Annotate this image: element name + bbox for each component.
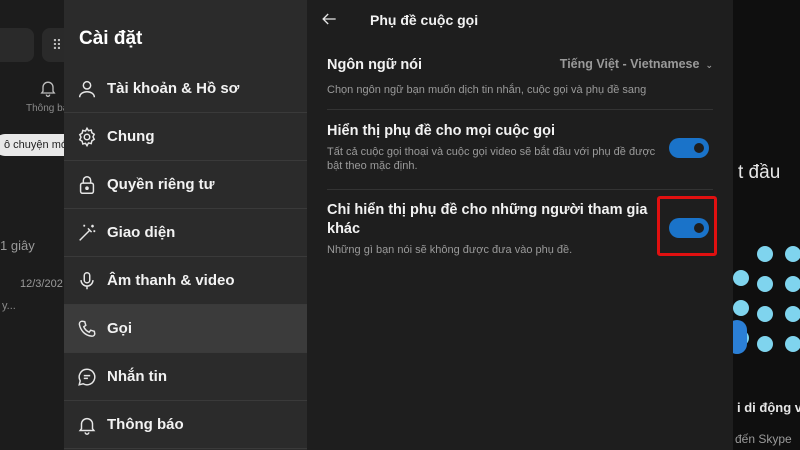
notifications-tab-label[interactable]: Thông bá: [26, 103, 64, 114]
background-mobile-text: i di động v: [737, 400, 800, 415]
background-right-panel: t đầu i di động v đến Skype: [733, 0, 800, 450]
captions-all-calls-description: Tất cả cuộc gọi thoại và cuộc gọi video …: [327, 146, 656, 172]
new-chat-chip[interactable]: ô chuyện mớ: [0, 134, 64, 156]
background-start-text: t đầu: [738, 162, 781, 183]
decorative-dot: [757, 276, 773, 292]
back-arrow-icon[interactable]: [319, 9, 339, 29]
nav-item-label: Gọi: [107, 320, 132, 337]
decorative-dot: [785, 336, 800, 352]
captions-others-title: Chỉ hiển thị phụ đề cho những người tham…: [327, 202, 648, 237]
nav-item-label: Chung: [107, 128, 155, 145]
background-search-box[interactable]: [0, 28, 34, 62]
nav-item-appearance[interactable]: Giao diện: [64, 209, 307, 257]
phone-icon: [76, 318, 98, 340]
gear-icon: [76, 126, 98, 148]
nav-item-label: Quyền riêng tư: [107, 176, 215, 193]
settings-nav: Cài đặt Tài khoản & Hồ sơ Chung Quyền ri…: [64, 0, 307, 450]
toggle-knob: [694, 143, 704, 153]
background-skype-text: đến Skype: [735, 432, 792, 446]
chat-time-1: 1 giây: [0, 238, 35, 253]
captions-others-row: Chỉ hiển thị phụ đề cho những người tham…: [327, 201, 657, 257]
divider: [327, 189, 713, 190]
nav-item-general[interactable]: Chung: [64, 113, 307, 161]
decorative-dot: [757, 336, 773, 352]
bell-icon[interactable]: [38, 78, 62, 102]
decorative-dot: [733, 270, 749, 286]
captions-all-calls-toggle[interactable]: [669, 138, 709, 158]
settings-nav-list: Tài khoản & Hồ sơ Chung Quyền riêng tư G…: [64, 65, 307, 449]
nav-item-calling[interactable]: Gọi: [64, 305, 307, 353]
person-icon: [76, 78, 98, 100]
spoken-language-description: Chọn ngôn ngữ bạn muốn dịch tin nhắn, cu…: [327, 84, 647, 96]
captions-others-toggle[interactable]: [669, 218, 709, 238]
chat-preview: y...: [2, 300, 16, 312]
divider: [327, 109, 713, 110]
nav-item-label: Tài khoản & Hồ sơ: [107, 80, 240, 97]
decorative-dot: [785, 306, 800, 322]
nav-item-privacy[interactable]: Quyền riêng tư: [64, 161, 307, 209]
lock-icon: [76, 174, 98, 196]
chat-time-2: 12/3/202: [20, 278, 63, 290]
chat-bubble-icon: [76, 366, 98, 388]
nav-item-label: Nhắn tin: [107, 368, 167, 385]
nav-item-label: Âm thanh & video: [107, 272, 235, 289]
decorative-dot: [757, 306, 773, 322]
settings-content: Phụ đề cuộc gọi Ngôn ngữ nói Chọn ngôn n…: [307, 0, 733, 450]
decorative-dot: [757, 246, 773, 262]
microphone-icon: [76, 270, 98, 292]
language-dropdown-value: Tiếng Việt - Vietnamese: [559, 57, 700, 71]
settings-title: Cài đặt: [79, 28, 143, 49]
nav-item-audio-video[interactable]: Âm thanh & video: [64, 257, 307, 305]
dialpad-icon[interactable]: ⠿: [42, 28, 64, 62]
captions-others-description: Những gì bạn nói sẽ không được đưa vào p…: [327, 244, 573, 256]
captions-all-calls-row: Hiển thị phụ đề cho mọi cuộc gọi Tất cả …: [327, 122, 657, 173]
bell-icon: [76, 414, 98, 436]
chevron-down-icon: ⌄: [705, 60, 713, 70]
nav-item-messaging[interactable]: Nhắn tin: [64, 353, 307, 401]
decorative-dot: [785, 276, 800, 292]
toggle-knob: [694, 223, 704, 233]
captions-all-calls-title: Hiển thị phụ đề cho mọi cuộc gọi: [327, 123, 555, 139]
decorative-dot: [733, 300, 749, 316]
content-header: Phụ đề cuộc gọi: [307, 0, 733, 40]
nav-item-label: Thông báo: [107, 416, 184, 433]
language-dropdown[interactable]: Tiếng Việt - Vietnamese ⌄: [560, 57, 713, 71]
nav-item-notifications[interactable]: Thông báo: [64, 401, 307, 449]
decorative-dot: [785, 246, 800, 262]
nav-item-label: Giao diện: [107, 224, 176, 241]
decorative-blob: [733, 320, 747, 354]
nav-item-account[interactable]: Tài khoản & Hồ sơ: [64, 65, 307, 113]
background-sidebar: ⠿ Thông bá ô chuyện mớ 1 giây 12/3/202 y…: [0, 0, 64, 450]
magic-wand-icon: [76, 222, 98, 244]
page-title: Phụ đề cuộc gọi: [370, 12, 479, 28]
